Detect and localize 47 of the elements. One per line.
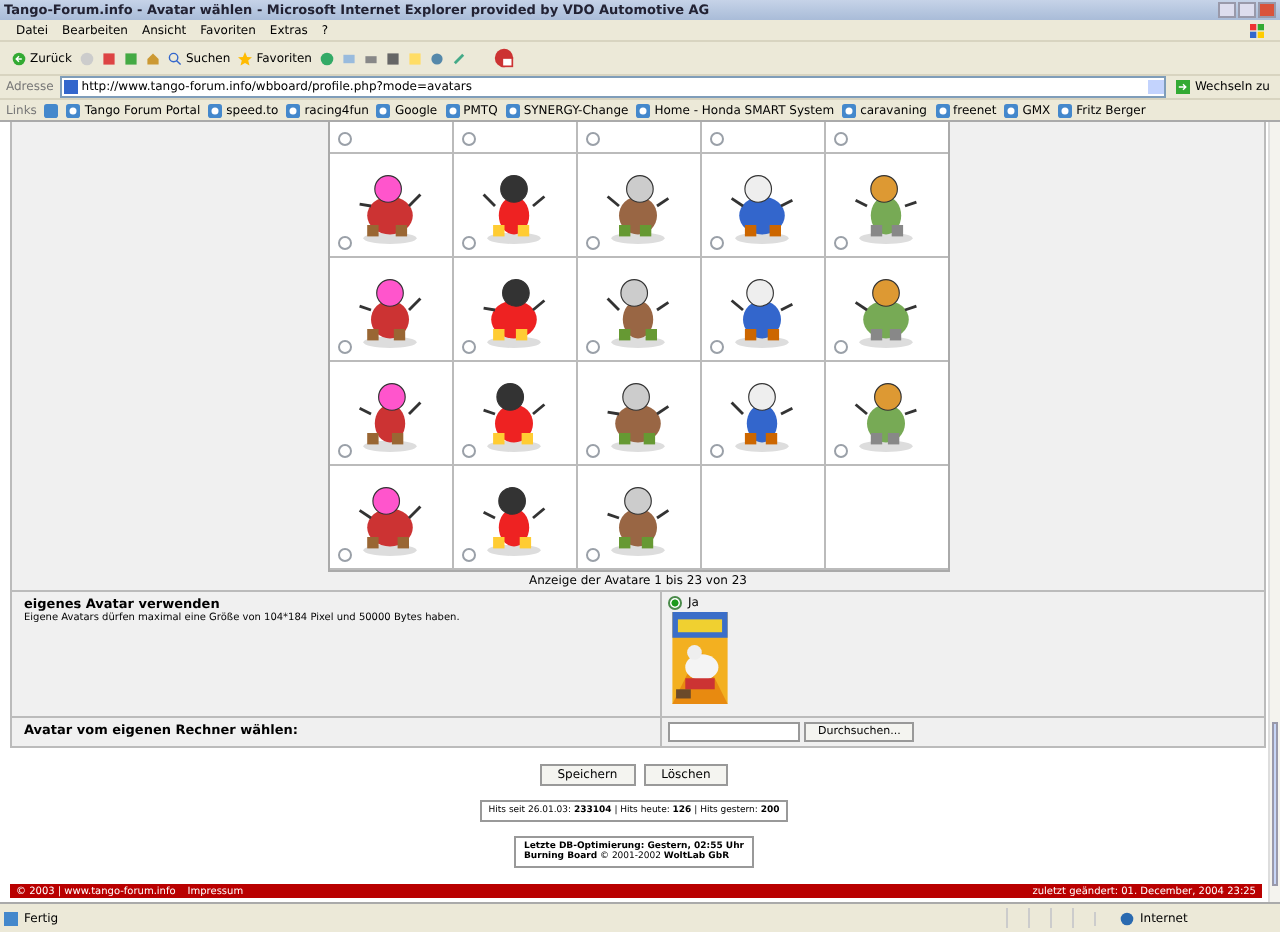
avatar-radio[interactable] <box>337 132 351 146</box>
page-icon <box>286 103 301 117</box>
scrollbar-thumb[interactable] <box>1272 722 1278 886</box>
back-arrow-icon <box>12 51 26 65</box>
page-icon <box>1058 103 1073 117</box>
page-icon <box>935 103 949 117</box>
avatar-radio[interactable] <box>585 444 599 458</box>
avatar-radio[interactable] <box>461 236 475 250</box>
star-icon <box>238 51 253 65</box>
avatar-radio[interactable] <box>709 444 723 458</box>
avatar-radio[interactable] <box>337 444 351 458</box>
avatar-radio[interactable] <box>833 340 847 354</box>
page-icon <box>376 103 391 117</box>
avatar-radio[interactable] <box>709 132 723 146</box>
avatar-radio[interactable] <box>337 548 351 562</box>
file-path-field[interactable] <box>668 722 800 742</box>
own-avatar-radio[interactable] <box>668 596 682 610</box>
avatar-radio[interactable] <box>833 132 847 146</box>
page-icon <box>208 103 223 117</box>
avatar-radio[interactable] <box>337 236 351 250</box>
close-button[interactable] <box>1258 2 1276 18</box>
avatar-radio[interactable] <box>585 236 599 250</box>
avatar-radio[interactable] <box>833 236 847 250</box>
avatar-radio[interactable] <box>461 340 475 354</box>
page-icon <box>842 103 857 117</box>
avatar-radio[interactable] <box>585 340 599 354</box>
arrow-icon <box>1176 80 1191 94</box>
search-icon <box>167 51 182 65</box>
avatar-radio[interactable] <box>461 548 475 562</box>
page-icon <box>445 103 460 117</box>
avatar-radio[interactable] <box>585 548 599 562</box>
avatar-radio[interactable] <box>461 444 475 458</box>
avatar-radio[interactable] <box>337 340 351 354</box>
page-icon <box>66 103 81 117</box>
avatar-radio[interactable] <box>833 444 847 458</box>
page-icon <box>636 103 651 117</box>
avatar-radio[interactable] <box>461 132 475 146</box>
windows-logo-icon <box>1250 23 1264 37</box>
page-icon <box>505 103 520 117</box>
page-icon <box>4 911 18 925</box>
avatar-radio[interactable] <box>585 132 599 146</box>
minimize-button[interactable] <box>1218 2 1236 18</box>
maximize-button[interactable] <box>1238 2 1256 18</box>
page-icon <box>1004 103 1019 117</box>
avatar-radio[interactable] <box>709 340 723 354</box>
avatar-radio[interactable] <box>709 236 723 250</box>
home-icon[interactable] <box>145 51 160 65</box>
